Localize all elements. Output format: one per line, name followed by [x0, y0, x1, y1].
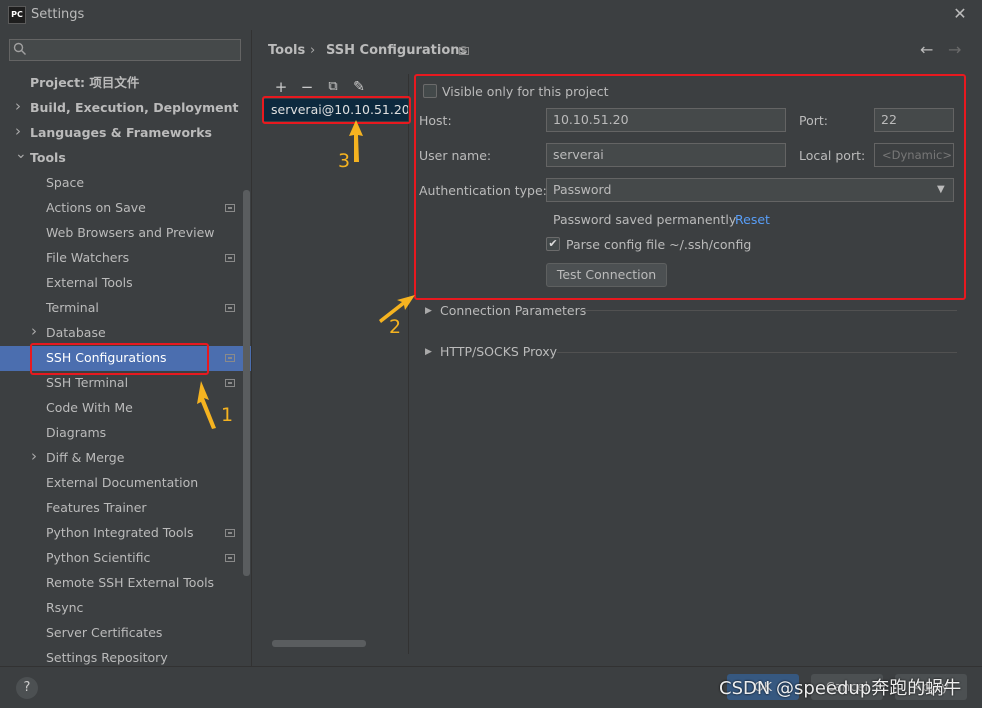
title-bar — [0, 0, 982, 30]
project-level-icon — [225, 354, 235, 362]
sidebar-item[interactable]: Features Trainer — [46, 495, 147, 520]
annotation-box-1 — [30, 343, 209, 375]
section-divider — [581, 310, 957, 311]
sidebar-scrollbar[interactable] — [243, 190, 250, 576]
list-horizontal-scrollbar[interactable] — [272, 640, 366, 647]
divider — [251, 30, 252, 666]
chevron-right-icon[interactable]: › — [31, 322, 37, 340]
project-level-icon — [225, 379, 235, 387]
annotation-number-2: 2 — [389, 316, 402, 338]
annotation-number-3: 3 — [338, 150, 351, 172]
project-level-icon — [459, 47, 469, 55]
watermark-text: CSDN @speedup奔跑的蜗牛 — [719, 678, 962, 699]
sidebar-item[interactable]: Languages & Frameworks — [30, 120, 212, 145]
sidebar-item[interactable]: Code With Me — [46, 395, 133, 420]
add-icon[interactable]: + — [272, 78, 290, 96]
pycharm-logo-icon: PC — [8, 6, 26, 24]
sidebar-item[interactable]: External Documentation — [46, 470, 198, 495]
sidebar-item[interactable]: Actions on Save — [46, 195, 146, 220]
http-socks-proxy-section[interactable]: HTTP/SOCKS Proxy — [440, 344, 557, 359]
sidebar-item[interactable]: Database — [46, 320, 106, 345]
expand-triangle-icon[interactable]: ▶ — [425, 347, 432, 357]
sidebar-item[interactable]: Web Browsers and Preview — [46, 220, 215, 245]
sidebar-item[interactable]: Remote SSH External Tools — [46, 570, 214, 595]
sidebar-item[interactable]: Python Scientific — [46, 545, 150, 570]
project-level-icon — [225, 304, 235, 312]
project-level-icon — [225, 254, 235, 262]
remove-icon[interactable]: − — [298, 78, 316, 96]
sidebar-item[interactable]: Project: 项目文件 — [30, 70, 139, 95]
annotation-box-3 — [262, 96, 411, 124]
expand-triangle-icon[interactable]: ▶ — [425, 306, 432, 316]
sidebar-item[interactable]: Diagrams — [46, 420, 106, 445]
project-level-icon — [225, 554, 235, 562]
back-arrow-icon[interactable]: ← — [920, 40, 933, 59]
forward-arrow-icon[interactable]: → — [948, 40, 961, 59]
sidebar-item[interactable]: Diff & Merge — [46, 445, 124, 470]
settings-search-input[interactable] — [9, 39, 241, 61]
connection-parameters-section[interactable]: Connection Parameters — [440, 303, 586, 318]
sidebar-item[interactable]: Tools — [30, 145, 66, 170]
sidebar-item[interactable]: File Watchers — [46, 245, 129, 270]
breadcrumb-parent[interactable]: Tools — [268, 43, 305, 58]
project-level-icon — [225, 529, 235, 537]
window-title: Settings — [31, 7, 85, 22]
chevron-right-icon[interactable]: › — [15, 122, 21, 140]
page-title: SSH Configurations — [326, 43, 468, 58]
annotation-box-2 — [414, 74, 966, 300]
sidebar-item[interactable]: Rsync — [46, 595, 83, 620]
edit-icon[interactable]: ✎ — [350, 78, 368, 96]
project-level-icon — [225, 204, 235, 212]
close-icon[interactable]: ✕ — [951, 4, 969, 24]
section-divider — [557, 352, 957, 353]
sidebar-item[interactable]: External Tools — [46, 270, 133, 295]
sidebar-item[interactable]: Space — [46, 170, 84, 195]
search-icon — [13, 42, 26, 55]
annotation-number-1: 1 — [221, 404, 234, 426]
chevron-right-icon[interactable]: › — [15, 97, 21, 115]
chevron-right-icon[interactable]: › — [31, 447, 37, 465]
chevron-down-icon[interactable]: ⌄ — [15, 146, 27, 162]
sidebar-item[interactable]: Server Certificates — [46, 620, 162, 645]
copy-icon[interactable]: ⧉ — [324, 78, 342, 96]
sidebar-item[interactable]: Python Integrated Tools — [46, 520, 194, 545]
divider — [408, 74, 409, 654]
breadcrumb-separator: › — [310, 43, 316, 58]
sidebar-item[interactable]: Build, Execution, Deployment — [30, 95, 238, 120]
sidebar-item[interactable]: Terminal — [46, 295, 99, 320]
help-button[interactable]: ? — [16, 677, 38, 699]
